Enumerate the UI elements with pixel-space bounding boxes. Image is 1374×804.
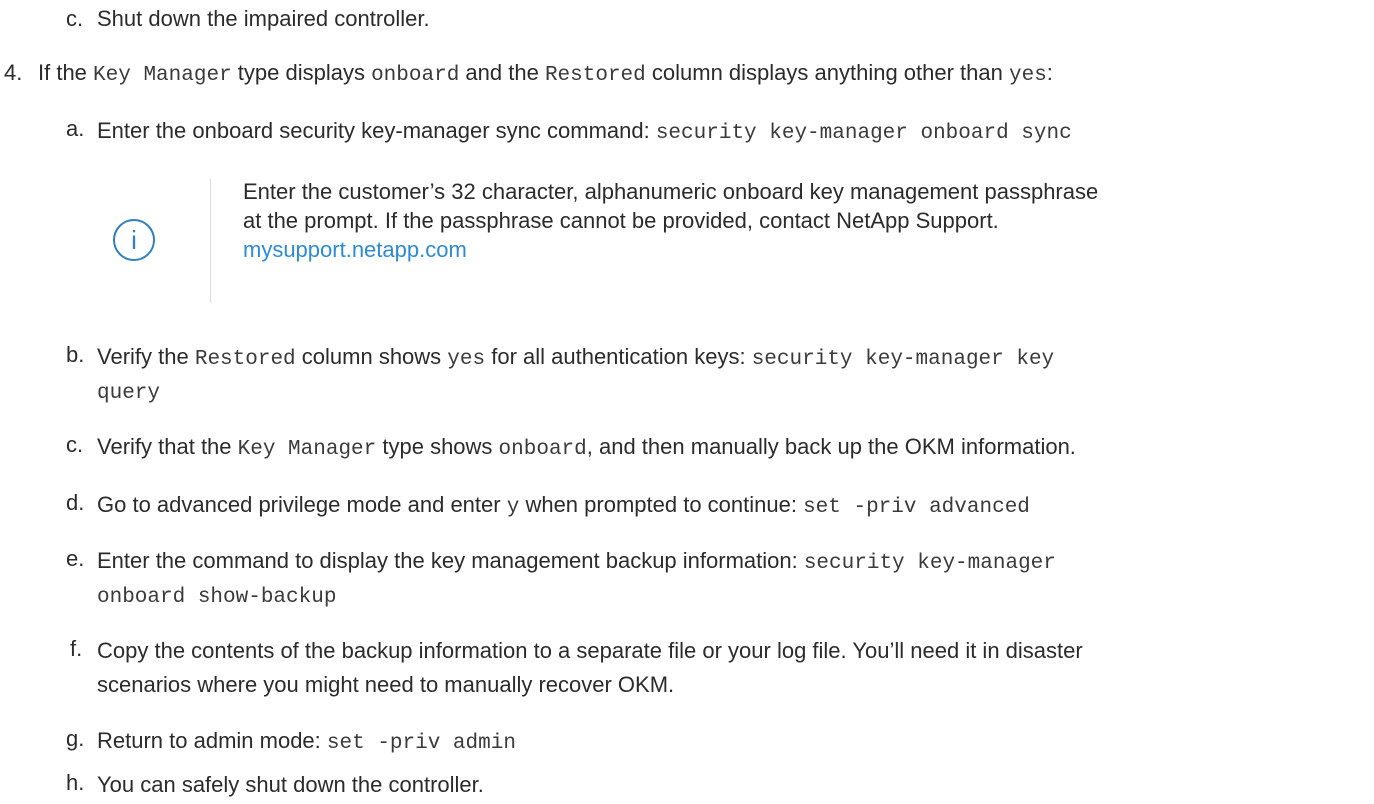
step-text: Copy the contents of the backup informat… [97,638,1083,663]
step-4: If the Key Manager type displays onboard… [38,56,1053,93]
step-f-cont: scenarios where you might need to manual… [97,668,674,702]
step-text: , and then manually back up the OKM info… [586,434,1076,459]
inline-code: onboard [371,64,460,87]
inline-code: onboard [498,438,587,461]
inline-code: yes [1008,64,1047,87]
list-marker: c. [66,432,84,457]
step-d: Go to advanced privilege mode and enter … [97,488,1030,525]
inline-code: set -priv admin [326,732,516,755]
step-text: Verify the [97,344,195,369]
inline-code: Restored [194,348,296,371]
step-text: : [1046,60,1053,85]
list-marker: g. [66,726,85,751]
step-text: type displays [231,60,372,85]
step-text: If the [38,60,94,85]
step-c-shutdown: Shut down the impaired controller. [97,2,430,36]
inline-code: Restored [544,64,646,87]
list-marker: a. [66,116,85,141]
step-text: Enter the onboard security key-manager s… [97,118,656,143]
inline-code: set -priv advanced [803,496,1030,519]
note-line: Enter the customer’s 32 character, alpha… [243,179,1099,204]
step-g: Return to admin mode: set -priv admin [97,724,516,761]
inline-code: y [506,496,520,519]
step-c: Verify that the Key Manager type shows o… [97,430,1076,467]
step-text: for all authentication keys: [485,344,752,369]
list-marker: f. [70,636,83,661]
step-text: type shows [376,434,499,459]
step-e: Enter the command to display the key man… [97,544,1056,581]
list-marker: d. [66,490,85,515]
note-text: Enter the customer’s 32 character, alpha… [243,177,1099,264]
step-text: Verify that the [97,434,238,459]
note-divider [210,179,211,303]
support-link[interactable]: mysupport.netapp.com [243,235,803,264]
inline-code: security key-manager key [751,348,1055,371]
inline-code: Key Manager [237,438,377,461]
step-text: Go to advanced privilege mode and enter [97,492,507,517]
step-text: Enter the command to display the key man… [97,548,804,573]
step-text: and the [459,60,545,85]
step-text: Shut down the impaired controller. [97,6,430,31]
inline-code: Key Manager [93,64,232,87]
list-marker: c. [66,6,84,31]
inline-code: onboard show-backup [97,586,337,609]
info-circle-icon: i [113,219,155,261]
step-text: column shows [295,344,448,369]
inline-code: security key-manager onboard sync [655,122,1072,145]
document-body: c. Shut down the impaired controller. 4.… [0,0,1374,804]
inline-code: yes [447,348,486,371]
step-text: Return to admin mode: [97,728,327,753]
step-text: when prompted to continue: [519,492,804,517]
list-marker: b. [66,342,85,367]
admonition-note: i Enter the customer’s 32 character, alp… [113,177,1099,303]
step-f: Copy the contents of the backup informat… [97,634,1083,668]
inline-code: security key-manager [803,552,1056,575]
step-a: Enter the onboard security key-manager s… [97,114,1072,151]
step-text: column displays anything other than [645,60,1009,85]
step-h: You can safely shut down the controller. [97,768,484,802]
list-marker: h. [66,770,85,795]
note-line: at the prompt. If the passphrase cannot … [243,208,999,233]
step-e-cont: onboard show-backup [97,578,336,615]
list-marker: 4. [4,60,23,85]
list-marker: e. [66,546,85,571]
step-text: scenarios where you might need to manual… [97,672,675,697]
step-b-cont: query [97,374,160,411]
step-b: Verify the Restored column shows yes for… [97,340,1054,377]
step-text: You can safely shut down the controller. [97,772,484,797]
inline-code: query [97,382,161,405]
